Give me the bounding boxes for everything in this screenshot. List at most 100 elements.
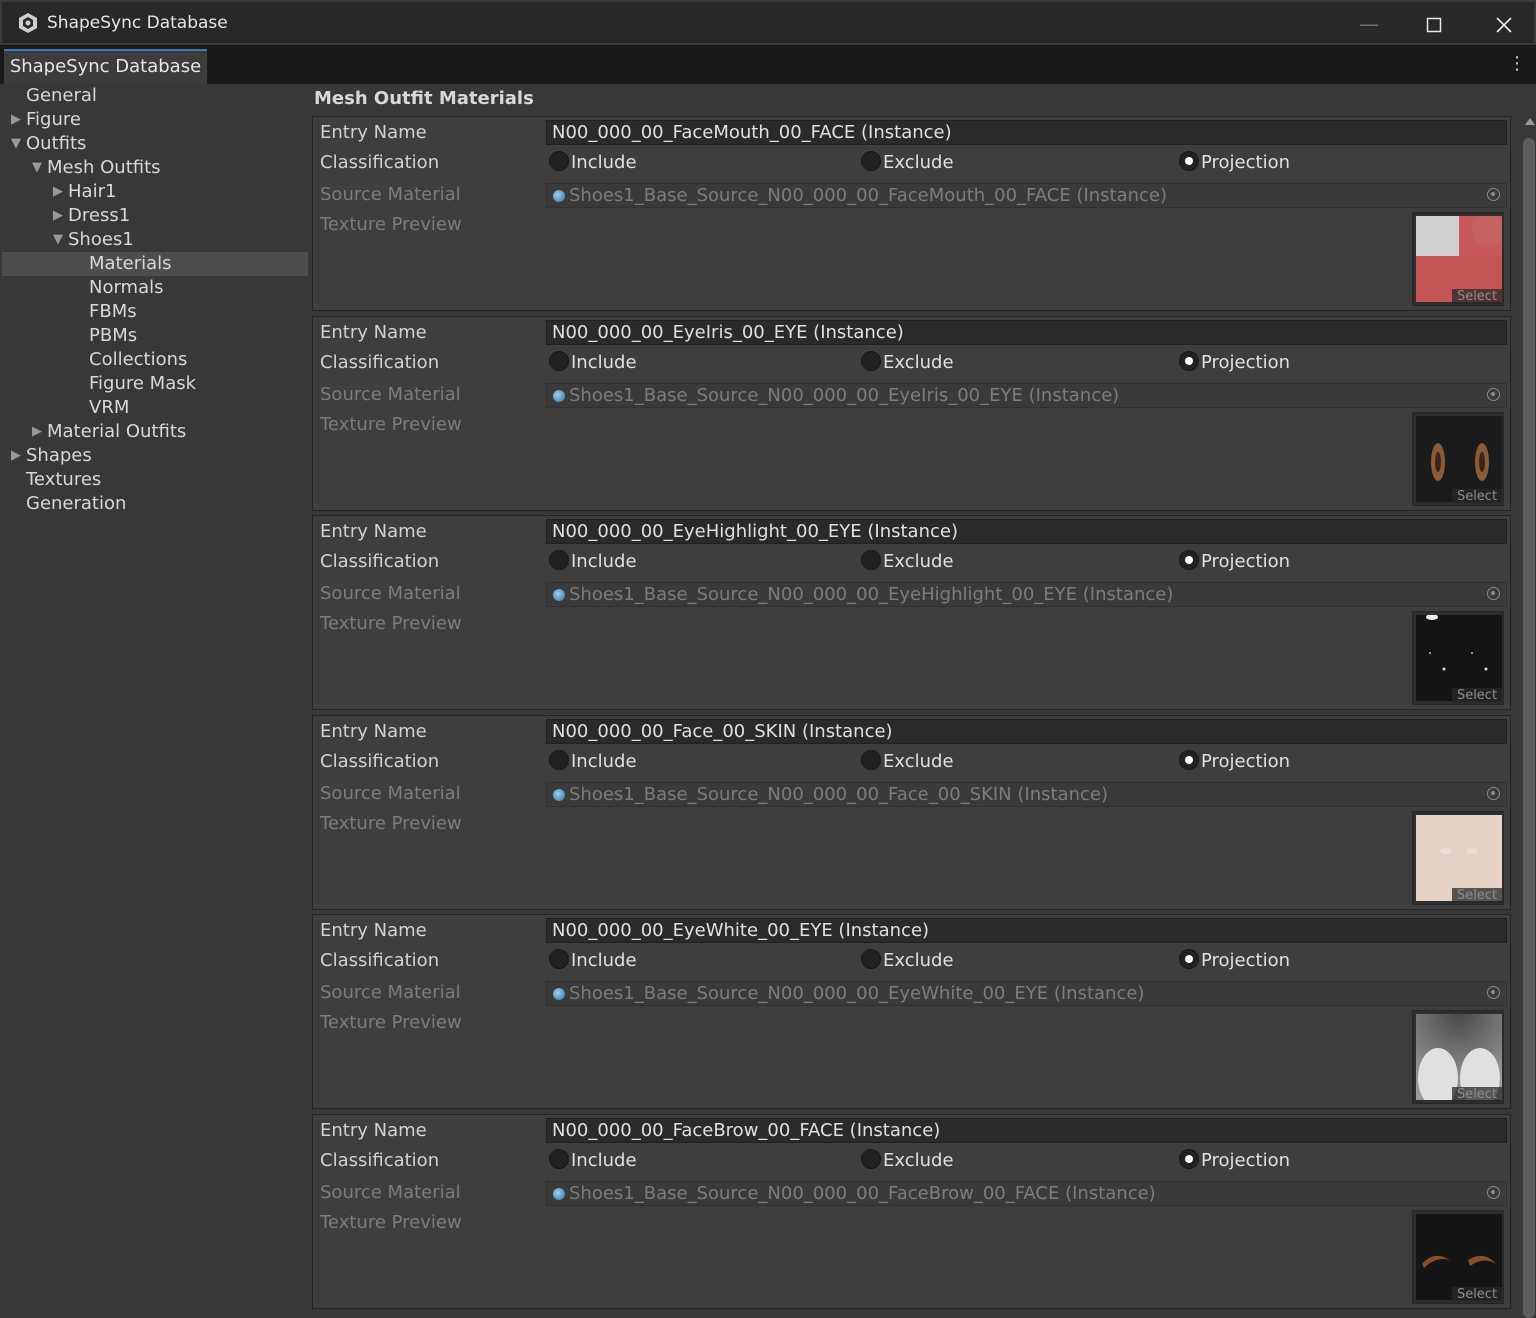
expanded-arrow-icon[interactable]: ▼ — [30, 156, 44, 180]
radio-icon[interactable] — [549, 351, 569, 371]
select-button[interactable]: Select — [1452, 888, 1502, 903]
collapsed-arrow-icon[interactable]: ▶ — [9, 108, 23, 132]
radio-icon[interactable] — [861, 949, 881, 969]
sidebar-item-fbms[interactable]: FBMs — [2, 300, 308, 324]
select-button[interactable]: Select — [1452, 1287, 1502, 1302]
texture-preview[interactable]: Select — [1412, 811, 1504, 905]
sidebar-item-dress1[interactable]: ▶ Dress1 — [2, 204, 308, 228]
entry-name-field[interactable]: N00_000_00_FaceMouth_00_FACE (Instance) — [546, 120, 1507, 145]
radio-icon[interactable] — [861, 1149, 881, 1169]
sidebar-item-textures[interactable]: Textures — [2, 468, 308, 492]
source-material-field[interactable]: Shoes1_Base_Source_N00_000_00_FaceBrow_0… — [546, 1181, 1507, 1206]
projection-radio[interactable]: Projection — [1179, 351, 1290, 375]
radio-icon[interactable] — [861, 750, 881, 770]
tab-shapesync-database[interactable]: ShapeSync Database — [4, 49, 207, 84]
radio-icon[interactable] — [1179, 1149, 1199, 1169]
expanded-arrow-icon[interactable]: ▼ — [9, 132, 23, 156]
include-radio[interactable]: Include — [549, 151, 637, 175]
sidebar-item-hair1[interactable]: ▶ Hair1 — [2, 180, 308, 204]
vertical-scrollbar[interactable] — [1522, 118, 1536, 1318]
more-vertical-icon[interactable]: ⋮ — [1508, 53, 1526, 74]
collapsed-arrow-icon[interactable]: ▶ — [30, 420, 44, 444]
entry-name-field[interactable]: N00_000_00_Face_00_SKIN (Instance) — [546, 719, 1507, 744]
exclude-radio[interactable]: Exclude — [861, 151, 954, 175]
minimize-icon[interactable]: — — [1334, 2, 1404, 47]
sidebar-item-collections[interactable]: Collections — [2, 348, 308, 372]
exclude-radio[interactable]: Exclude — [861, 351, 954, 375]
radio-icon[interactable] — [861, 151, 881, 171]
projection-radio[interactable]: Projection — [1179, 1149, 1290, 1173]
source-material-field[interactable]: Shoes1_Base_Source_N00_000_00_Face_00_SK… — [546, 782, 1507, 807]
sidebar-item-materials[interactable]: Materials — [2, 252, 308, 276]
radio-icon[interactable] — [549, 949, 569, 969]
sidebar-item-figure[interactable]: ▶ Figure — [2, 108, 308, 132]
object-picker-icon[interactable] — [1487, 787, 1500, 800]
source-material-field[interactable]: Shoes1_Base_Source_N00_000_00_EyeIris_00… — [546, 383, 1507, 408]
select-button[interactable]: Select — [1452, 688, 1502, 703]
select-button[interactable]: Select — [1452, 289, 1502, 304]
entry-name-field[interactable]: N00_000_00_EyeHighlight_00_EYE (Instance… — [546, 519, 1507, 544]
entry-name-field[interactable]: N00_000_00_FaceBrow_00_FACE (Instance) — [546, 1118, 1507, 1143]
entry-name-field[interactable]: N00_000_00_EyeIris_00_EYE (Instance) — [546, 320, 1507, 345]
source-material-field[interactable]: Shoes1_Base_Source_N00_000_00_EyeWhite_0… — [546, 981, 1507, 1006]
source-material-field[interactable]: Shoes1_Base_Source_N00_000_00_EyeHighlig… — [546, 582, 1507, 607]
radio-icon[interactable] — [549, 550, 569, 570]
radio-icon[interactable] — [861, 550, 881, 570]
collapsed-arrow-icon[interactable]: ▶ — [9, 444, 23, 468]
texture-preview[interactable]: Select — [1412, 212, 1504, 306]
maximize-icon[interactable] — [1399, 2, 1469, 47]
radio-icon[interactable] — [1179, 151, 1199, 171]
radio-icon[interactable] — [549, 151, 569, 171]
include-radio[interactable]: Include — [549, 949, 637, 973]
projection-radio[interactable]: Projection — [1179, 949, 1290, 973]
exclude-radio[interactable]: Exclude — [861, 750, 954, 774]
sidebar-item-normals[interactable]: Normals — [2, 276, 308, 300]
sidebar-item-figure-mask[interactable]: Figure Mask — [2, 372, 308, 396]
radio-icon[interactable] — [1179, 550, 1199, 570]
select-button[interactable]: Select — [1452, 1087, 1502, 1102]
object-picker-icon[interactable] — [1487, 188, 1500, 201]
include-radio[interactable]: Include — [549, 750, 637, 774]
close-icon[interactable] — [1469, 2, 1536, 47]
sidebar-item-shoes1[interactable]: ▼ Shoes1 — [2, 228, 308, 252]
texture-preview[interactable]: Select — [1412, 412, 1504, 506]
texture-preview[interactable]: Select — [1412, 611, 1504, 705]
expanded-arrow-icon[interactable]: ▼ — [51, 228, 65, 252]
sidebar-item-generation[interactable]: Generation — [2, 492, 308, 516]
texture-preview[interactable]: Select — [1412, 1010, 1504, 1104]
radio-icon[interactable] — [1179, 351, 1199, 371]
object-picker-icon[interactable] — [1487, 1186, 1500, 1199]
sidebar-item-vrm[interactable]: VRM — [2, 396, 308, 420]
radio-icon[interactable] — [1179, 949, 1199, 969]
scrollbar-thumb[interactable] — [1523, 138, 1535, 1318]
exclude-radio[interactable]: Exclude — [861, 550, 954, 574]
include-radio[interactable]: Include — [549, 550, 637, 574]
texture-preview[interactable]: Select — [1412, 1210, 1504, 1304]
projection-radio[interactable]: Projection — [1179, 750, 1290, 774]
object-picker-icon[interactable] — [1487, 587, 1500, 600]
select-button[interactable]: Select — [1452, 489, 1502, 504]
include-radio[interactable]: Include — [549, 351, 637, 375]
sidebar-item-general[interactable]: General — [2, 84, 308, 108]
scroll-up-icon[interactable] — [1525, 118, 1535, 125]
radio-icon[interactable] — [549, 1149, 569, 1169]
collapsed-arrow-icon[interactable]: ▶ — [51, 180, 65, 204]
projection-radio[interactable]: Projection — [1179, 151, 1290, 175]
include-radio[interactable]: Include — [549, 1149, 637, 1173]
entry-name-field[interactable]: N00_000_00_EyeWhite_00_EYE (Instance) — [546, 918, 1507, 943]
sidebar-item-mesh-outfits[interactable]: ▼ Mesh Outfits — [2, 156, 308, 180]
projection-radio[interactable]: Projection — [1179, 550, 1290, 574]
sidebar-item-outfits[interactable]: ▼ Outfits — [2, 132, 308, 156]
exclude-radio[interactable]: Exclude — [861, 949, 954, 973]
radio-icon[interactable] — [861, 351, 881, 371]
sidebar-item-shapes[interactable]: ▶ Shapes — [2, 444, 308, 468]
radio-icon[interactable] — [1179, 750, 1199, 770]
source-material-field[interactable]: Shoes1_Base_Source_N00_000_00_FaceMouth_… — [546, 183, 1507, 208]
collapsed-arrow-icon[interactable]: ▶ — [51, 204, 65, 228]
radio-icon[interactable] — [549, 750, 569, 770]
exclude-radio[interactable]: Exclude — [861, 1149, 954, 1173]
sidebar-item-pbms[interactable]: PBMs — [2, 324, 308, 348]
object-picker-icon[interactable] — [1487, 388, 1500, 401]
object-picker-icon[interactable] — [1487, 986, 1500, 999]
sidebar-item-material-outfits[interactable]: ▶ Material Outfits — [2, 420, 308, 444]
